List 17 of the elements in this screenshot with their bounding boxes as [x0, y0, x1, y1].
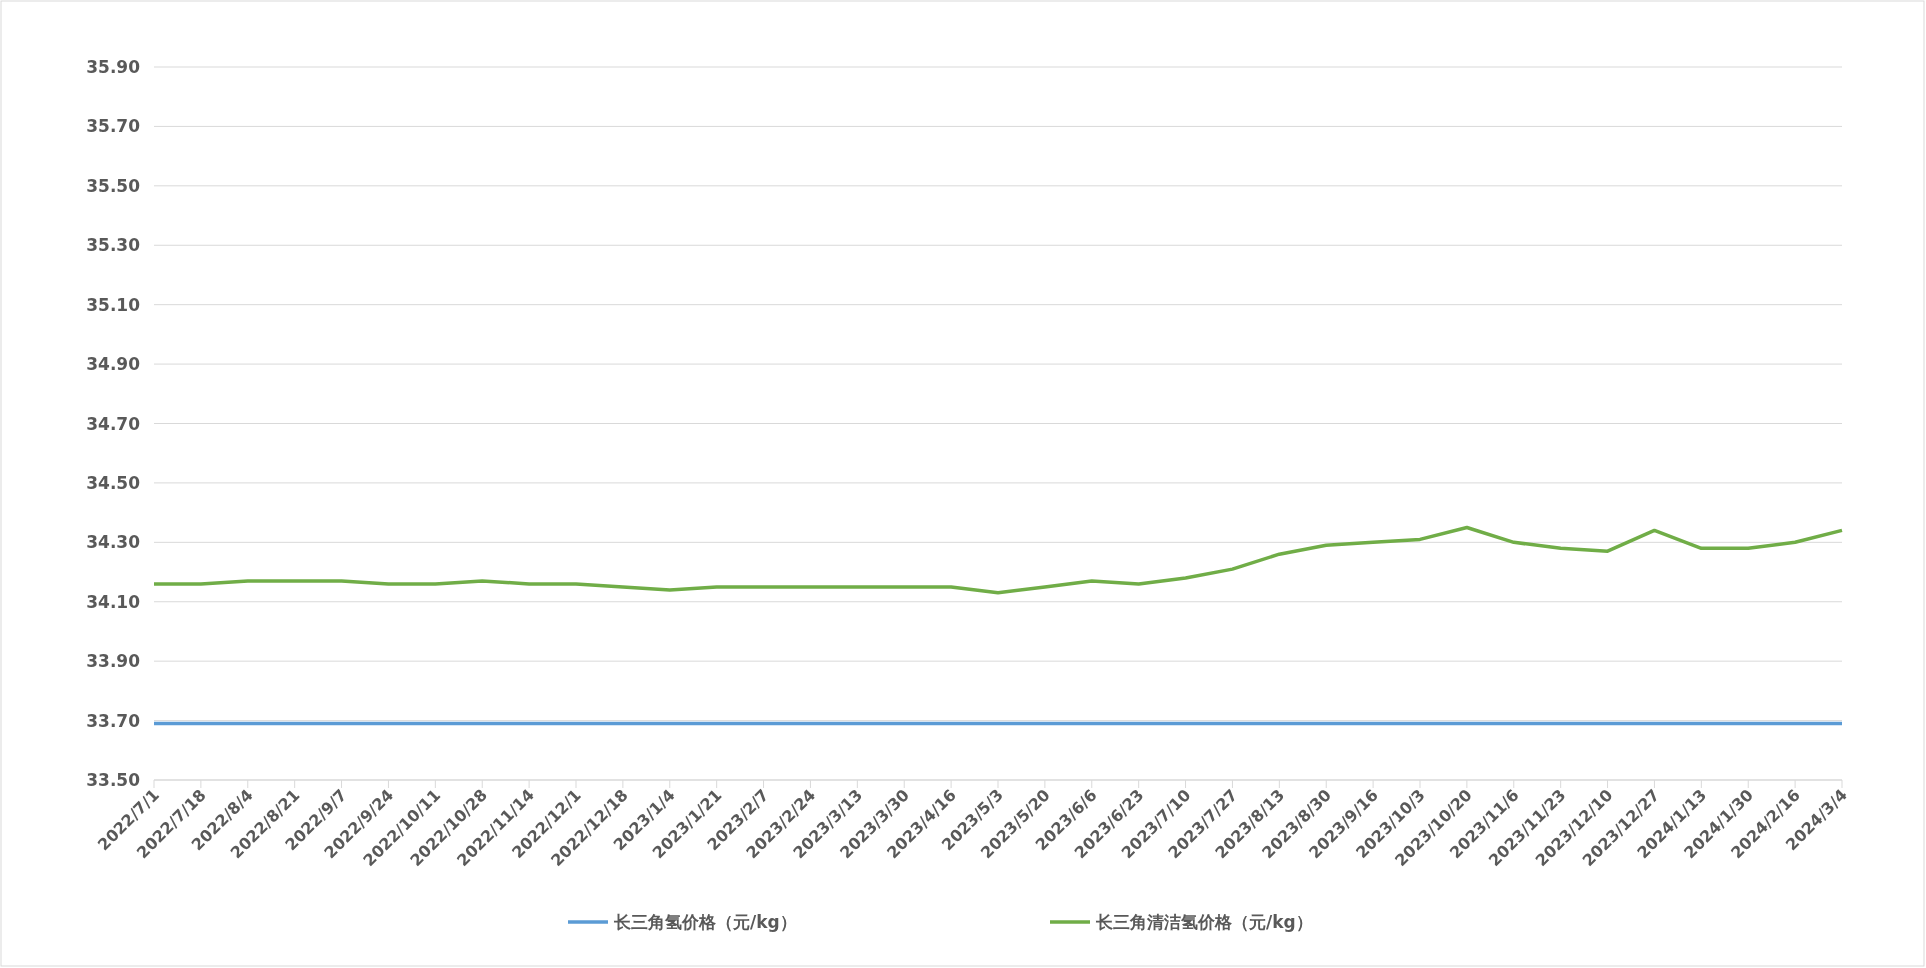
y-tick-label: 35.10: [86, 294, 140, 315]
y-tick-label: 34.10: [86, 591, 140, 612]
y-tick-label: 34.50: [86, 472, 140, 493]
legend-swatch: [1050, 920, 1090, 924]
y-tick-label: 34.70: [86, 413, 140, 434]
y-tick-label: 35.50: [86, 175, 140, 196]
legend-label: 长三角氢价格（元/kg）: [614, 912, 797, 932]
y-tick-label: 33.50: [86, 770, 140, 790]
y-tick-label: 33.90: [86, 651, 140, 672]
y-tick-label: 35.30: [86, 235, 140, 256]
y-tick-label: 33.70: [86, 710, 140, 731]
y-tick-label: 35.70: [86, 116, 140, 137]
y-tick-label: 34.90: [86, 354, 140, 375]
y-tick-label: 34.30: [86, 532, 140, 553]
y-tick-label: 35.90: [86, 57, 140, 77]
legend-label: 长三角清洁氢价格（元/kg）: [1096, 912, 1313, 932]
legend-swatch: [568, 920, 608, 924]
